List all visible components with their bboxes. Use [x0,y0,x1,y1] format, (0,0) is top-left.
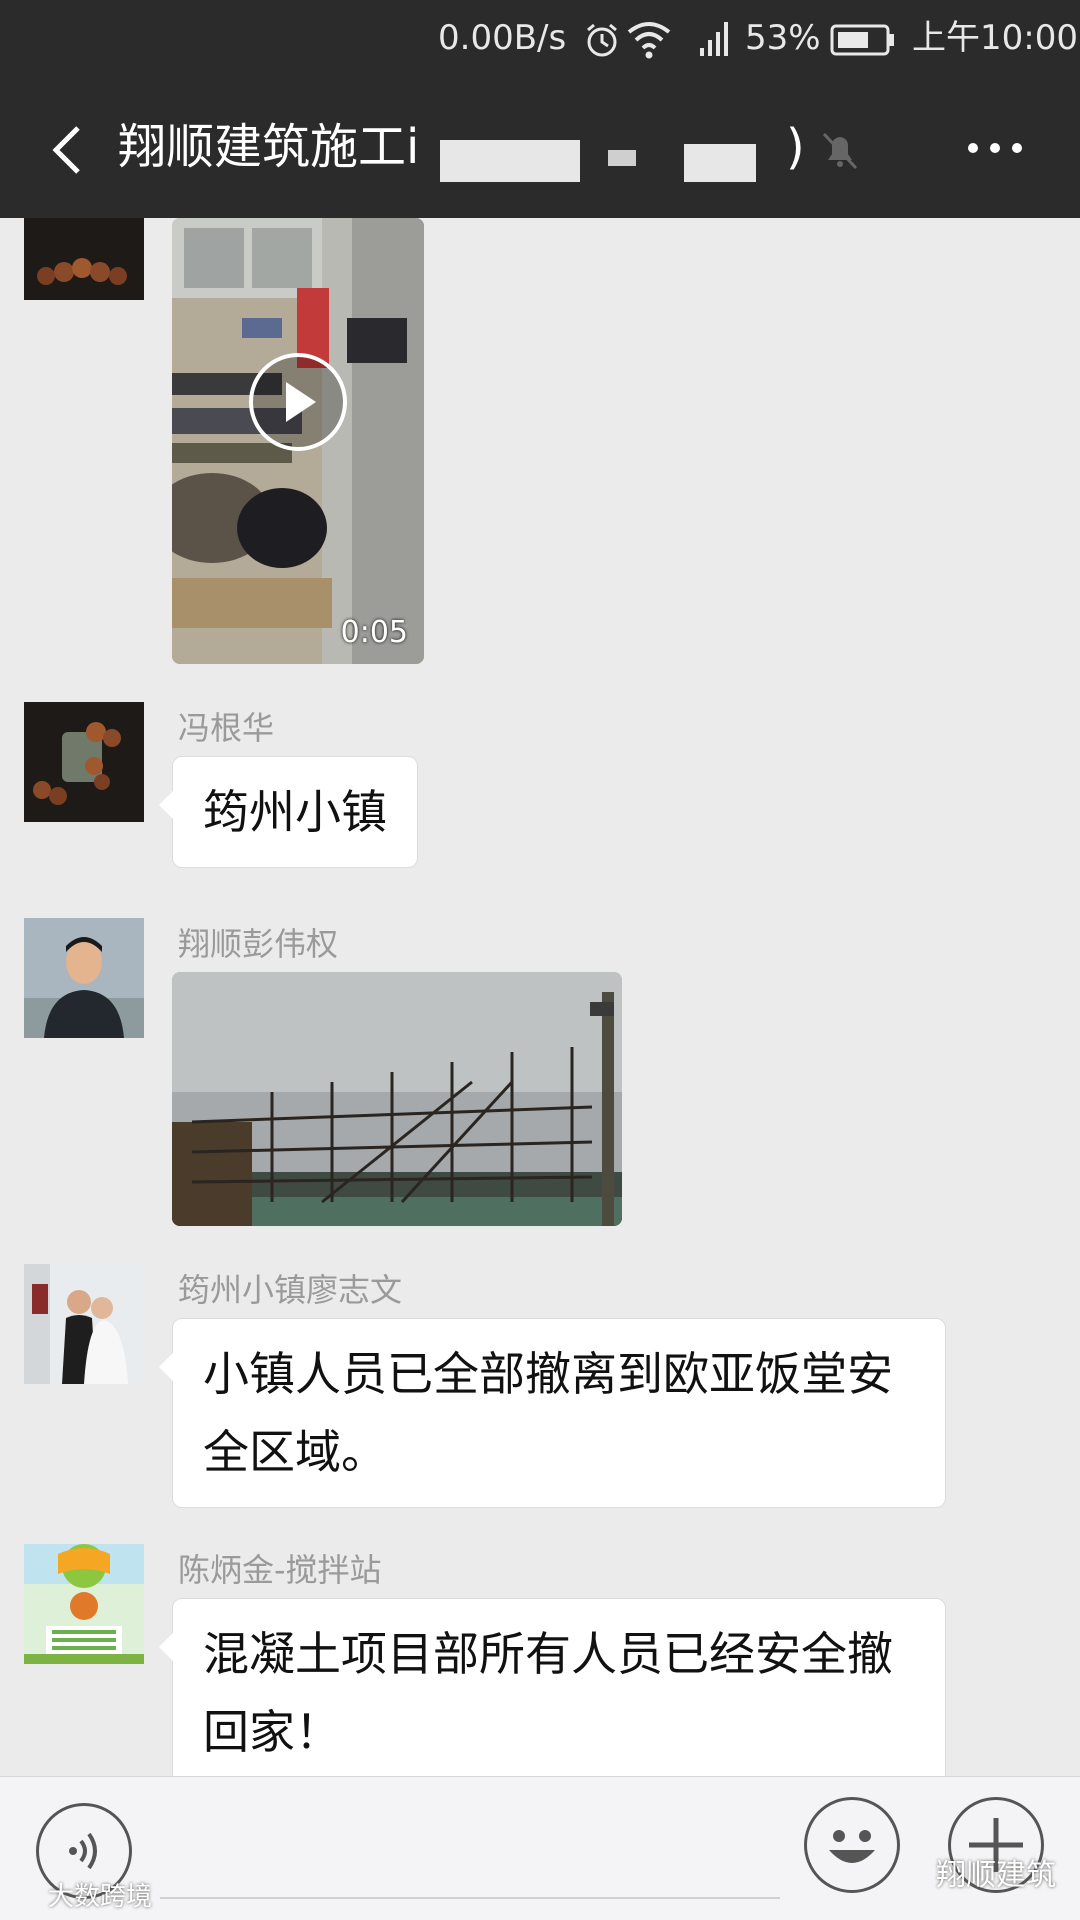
watermark-right: 翔顺建筑 [936,1858,1056,1893]
alarm-icon [587,23,617,57]
more-icon[interactable] [965,138,1025,158]
message-bubble[interactable]: 混凝土项目部所有人员已经安全撤回家！ [159,1598,946,1776]
message-bubble[interactable]: 筠州小镇 [159,756,418,868]
avatar[interactable] [24,1264,144,1384]
redacted-title-block [684,144,756,182]
redacted-title-block [440,140,580,182]
redacted-title-block [608,150,636,166]
avatar[interactable] [24,1544,144,1664]
sender-name: 翔顺彭伟权 [178,925,339,963]
message-bubble[interactable]: 小镇人员已全部撤离到欧亚饭堂安全区域。 [159,1318,946,1508]
chat-title-tail: ) [786,119,805,175]
sender-name: 筠州小镇廖志文 [178,1271,403,1309]
avatar[interactable] [24,218,144,300]
video-message[interactable]: 0:05 [172,218,424,664]
watermark-left: 大数跨境 [48,1882,153,1912]
image-message[interactable] [172,972,622,1226]
avatar[interactable] [24,702,144,822]
chat-header: 翔顺建筑施工i ) [0,80,1080,218]
back-icon[interactable] [40,120,100,180]
chat-messages[interactable]: 0:05 冯根华 筠州小镇 翔顺彭伟权 筠州小镇廖志文 小镇人员已全部撤离到欧亚… [0,218,1080,1776]
sender-name: 陈炳金-搅拌站 [178,1551,382,1589]
avatar[interactable] [24,918,144,1038]
battery-icon [830,24,894,56]
clock: 上午10:00 [912,18,1078,58]
chat-title: 翔顺建筑施工i [118,119,420,175]
emoji-button[interactable] [804,1797,900,1893]
signal-icon [700,22,728,56]
battery-percent: 53% [745,18,821,58]
video-duration: 0:05 [340,615,408,650]
status-bar: 0.00B/s 53% 上午10:00 [0,0,1080,80]
sender-name: 冯根华 [178,709,275,747]
message-input[interactable] [160,1897,780,1899]
network-speed: 0.00B/s [438,18,567,58]
mute-bell-icon [822,132,858,170]
emoji-icon [829,1830,875,1863]
input-bar [0,1776,1080,1920]
wifi-icon [627,22,671,59]
